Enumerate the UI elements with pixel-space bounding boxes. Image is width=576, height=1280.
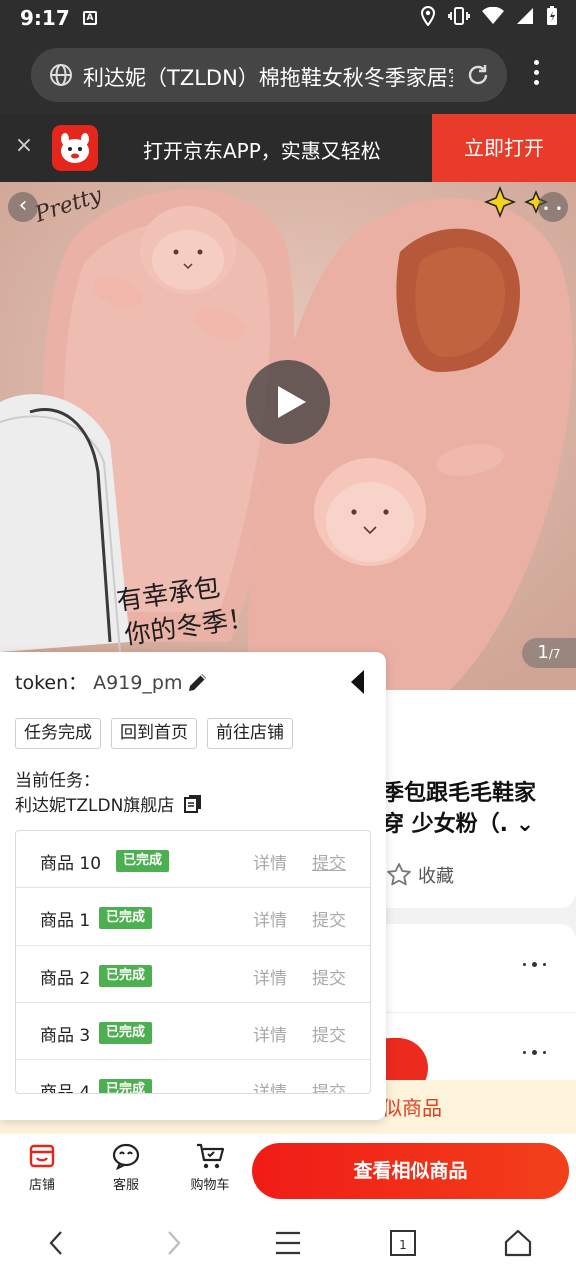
page-total: /7 xyxy=(548,647,561,661)
more-icon[interactable] xyxy=(520,962,550,968)
status-badge: 已完成 xyxy=(99,1079,153,1093)
divider xyxy=(382,1012,576,1013)
menu-icon[interactable] xyxy=(273,1228,303,1258)
task-name: 商品 3 xyxy=(40,1025,91,1046)
wifi-icon xyxy=(482,7,504,24)
open-app-button[interactable]: 立即打开 xyxy=(432,114,576,182)
notification-a-icon: A xyxy=(83,11,97,25)
shop-icon xyxy=(29,1144,55,1168)
task-list[interactable]: 商品 10 已完成 详情 提交 商品 1 已完成 详情 提交 商品 2 已完成 … xyxy=(15,830,371,1094)
submit-link[interactable]: 提交 xyxy=(312,1021,346,1046)
view-similar-button[interactable]: 查看相似商品 xyxy=(252,1143,569,1199)
customer-service-button[interactable]: 客服 xyxy=(96,1140,156,1198)
detail-link[interactable]: 详情 xyxy=(253,1078,287,1093)
favorite-button[interactable]: 收藏 xyxy=(386,862,454,888)
task-row: 商品 1 已完成 详情 提交 xyxy=(16,888,370,946)
system-nav-bar: 1 xyxy=(0,1206,576,1280)
task-row: 商品 10 已完成 详情 提交 xyxy=(16,831,370,889)
service-label: 客服 xyxy=(112,1178,139,1193)
status-icons xyxy=(420,6,558,26)
status-badge: 已完成 xyxy=(99,907,153,930)
token-value: A919_pm xyxy=(93,672,183,694)
image-page-counter: 1/7 xyxy=(522,638,576,668)
collapse-icon[interactable] xyxy=(348,668,368,696)
globe-icon xyxy=(50,64,72,86)
close-icon[interactable]: × xyxy=(14,135,34,157)
star-icon xyxy=(387,863,411,886)
task-name: 商品 4 xyxy=(40,1083,91,1094)
chevron-down-icon[interactable]: ⌄ xyxy=(508,812,534,837)
cart-icon xyxy=(197,1143,225,1169)
copy-icon[interactable] xyxy=(183,793,203,813)
back-home-button[interactable]: 回到首页 xyxy=(111,718,197,749)
more-icon[interactable] xyxy=(520,1050,550,1056)
product-image[interactable]: 有幸承包 你的冬季！ Pretty ‹ • • 1/7 xyxy=(0,182,576,690)
submit-link[interactable]: 提交 xyxy=(312,849,346,874)
banner-message: 打开京东APP，实惠又轻松 xyxy=(143,139,381,163)
task-panel: token： A919_pm 任务完成 回到首页 前往店铺 当前任务： 利达妮TZ… xyxy=(0,652,386,1120)
task-row: 商品 4 已完成 详情 提交 xyxy=(16,1060,370,1094)
home-icon[interactable] xyxy=(503,1228,533,1258)
browser-toolbar: 利达妮（TZLDN）棉拖鞋女秋冬季家居室内保暖包跟毛毛鞋家居女士可爱 xyxy=(0,36,576,114)
cell-signal-icon xyxy=(517,8,533,24)
app-banner: × 打开京东APP，实惠又轻松 立即打开 xyxy=(0,114,576,182)
status-bar: 9:17 A xyxy=(0,0,576,36)
location-icon xyxy=(420,6,436,26)
detail-link[interactable]: 详情 xyxy=(253,964,287,989)
svg-text:1: 1 xyxy=(399,1238,407,1252)
current-task-shop: 利达妮TZLDN旗舰店 xyxy=(15,796,175,816)
submit-link[interactable]: 提交 xyxy=(312,906,346,931)
token-label: token： xyxy=(15,672,88,694)
status-time: 9:17 xyxy=(20,6,70,30)
task-name: 商品 10 xyxy=(40,854,102,874)
similar-strip-label: 似商品 xyxy=(382,1096,442,1120)
current-task-label: 当前任务： xyxy=(15,771,100,791)
battery-icon xyxy=(547,6,557,25)
submit-link[interactable]: 提交 xyxy=(312,1078,346,1093)
back-icon[interactable] xyxy=(42,1228,72,1258)
product-title-line2: 穿 少女粉（. ⌄ xyxy=(382,812,535,837)
submit-link[interactable]: 提交 xyxy=(312,964,346,989)
task-name: 商品 1 xyxy=(40,911,91,932)
edit-icon[interactable] xyxy=(186,670,210,694)
page-current: 1 xyxy=(537,642,549,663)
detail-link[interactable]: 详情 xyxy=(253,1021,287,1046)
shop-button[interactable]: 店铺 xyxy=(12,1140,72,1198)
shop-label: 店铺 xyxy=(28,1178,55,1193)
bottom-action-bar: 店铺 客服 购物车 查看相似商品 xyxy=(0,1134,576,1206)
favorite-label: 收藏 xyxy=(418,866,454,887)
vibrate-icon xyxy=(448,7,470,25)
jd-logo xyxy=(52,125,98,171)
task-complete-button[interactable]: 任务完成 xyxy=(15,718,101,749)
task-name: 商品 2 xyxy=(40,968,91,989)
chat-icon xyxy=(112,1143,140,1170)
panel-buttons: 任务完成 回到首页 前往店铺 xyxy=(15,718,293,749)
page-title: 利达妮（TZLDN）棉拖鞋女秋冬季家居室内保暖包跟毛毛鞋家居女士可爱 xyxy=(83,66,453,90)
reload-icon[interactable] xyxy=(465,62,491,88)
detail-link[interactable]: 详情 xyxy=(253,849,287,874)
product-title-line1: 季包跟毛毛鞋家 xyxy=(382,781,537,806)
status-badge: 已完成 xyxy=(116,850,170,872)
back-icon[interactable]: ‹ xyxy=(8,192,38,222)
more-icon[interactable]: • • xyxy=(538,192,568,222)
token-row: token： A919_pm xyxy=(15,668,182,695)
browser-menu-icon[interactable] xyxy=(524,60,548,90)
address-bar[interactable]: 利达妮（TZLDN）棉拖鞋女秋冬季家居室内保暖包跟毛毛鞋家居女士可爱 xyxy=(31,48,507,102)
status-badge: 已完成 xyxy=(99,1021,153,1044)
cart-button[interactable]: 购物车 xyxy=(180,1140,240,1198)
task-row: 商品 3 已完成 详情 提交 xyxy=(16,1003,370,1061)
task-row: 商品 2 已完成 详情 提交 xyxy=(16,946,370,1003)
tabs-icon[interactable]: 1 xyxy=(388,1228,418,1258)
go-shop-button[interactable]: 前往店铺 xyxy=(207,718,293,749)
status-badge: 已完成 xyxy=(99,964,153,987)
play-video-button[interactable] xyxy=(246,360,330,444)
forward-icon[interactable] xyxy=(158,1228,188,1258)
play-icon xyxy=(278,386,306,418)
cart-label: 购物车 xyxy=(190,1178,230,1193)
detail-link[interactable]: 详情 xyxy=(253,906,287,931)
product-title: 季包跟毛毛鞋家 穿 少女粉（. ⌄ xyxy=(382,778,572,840)
